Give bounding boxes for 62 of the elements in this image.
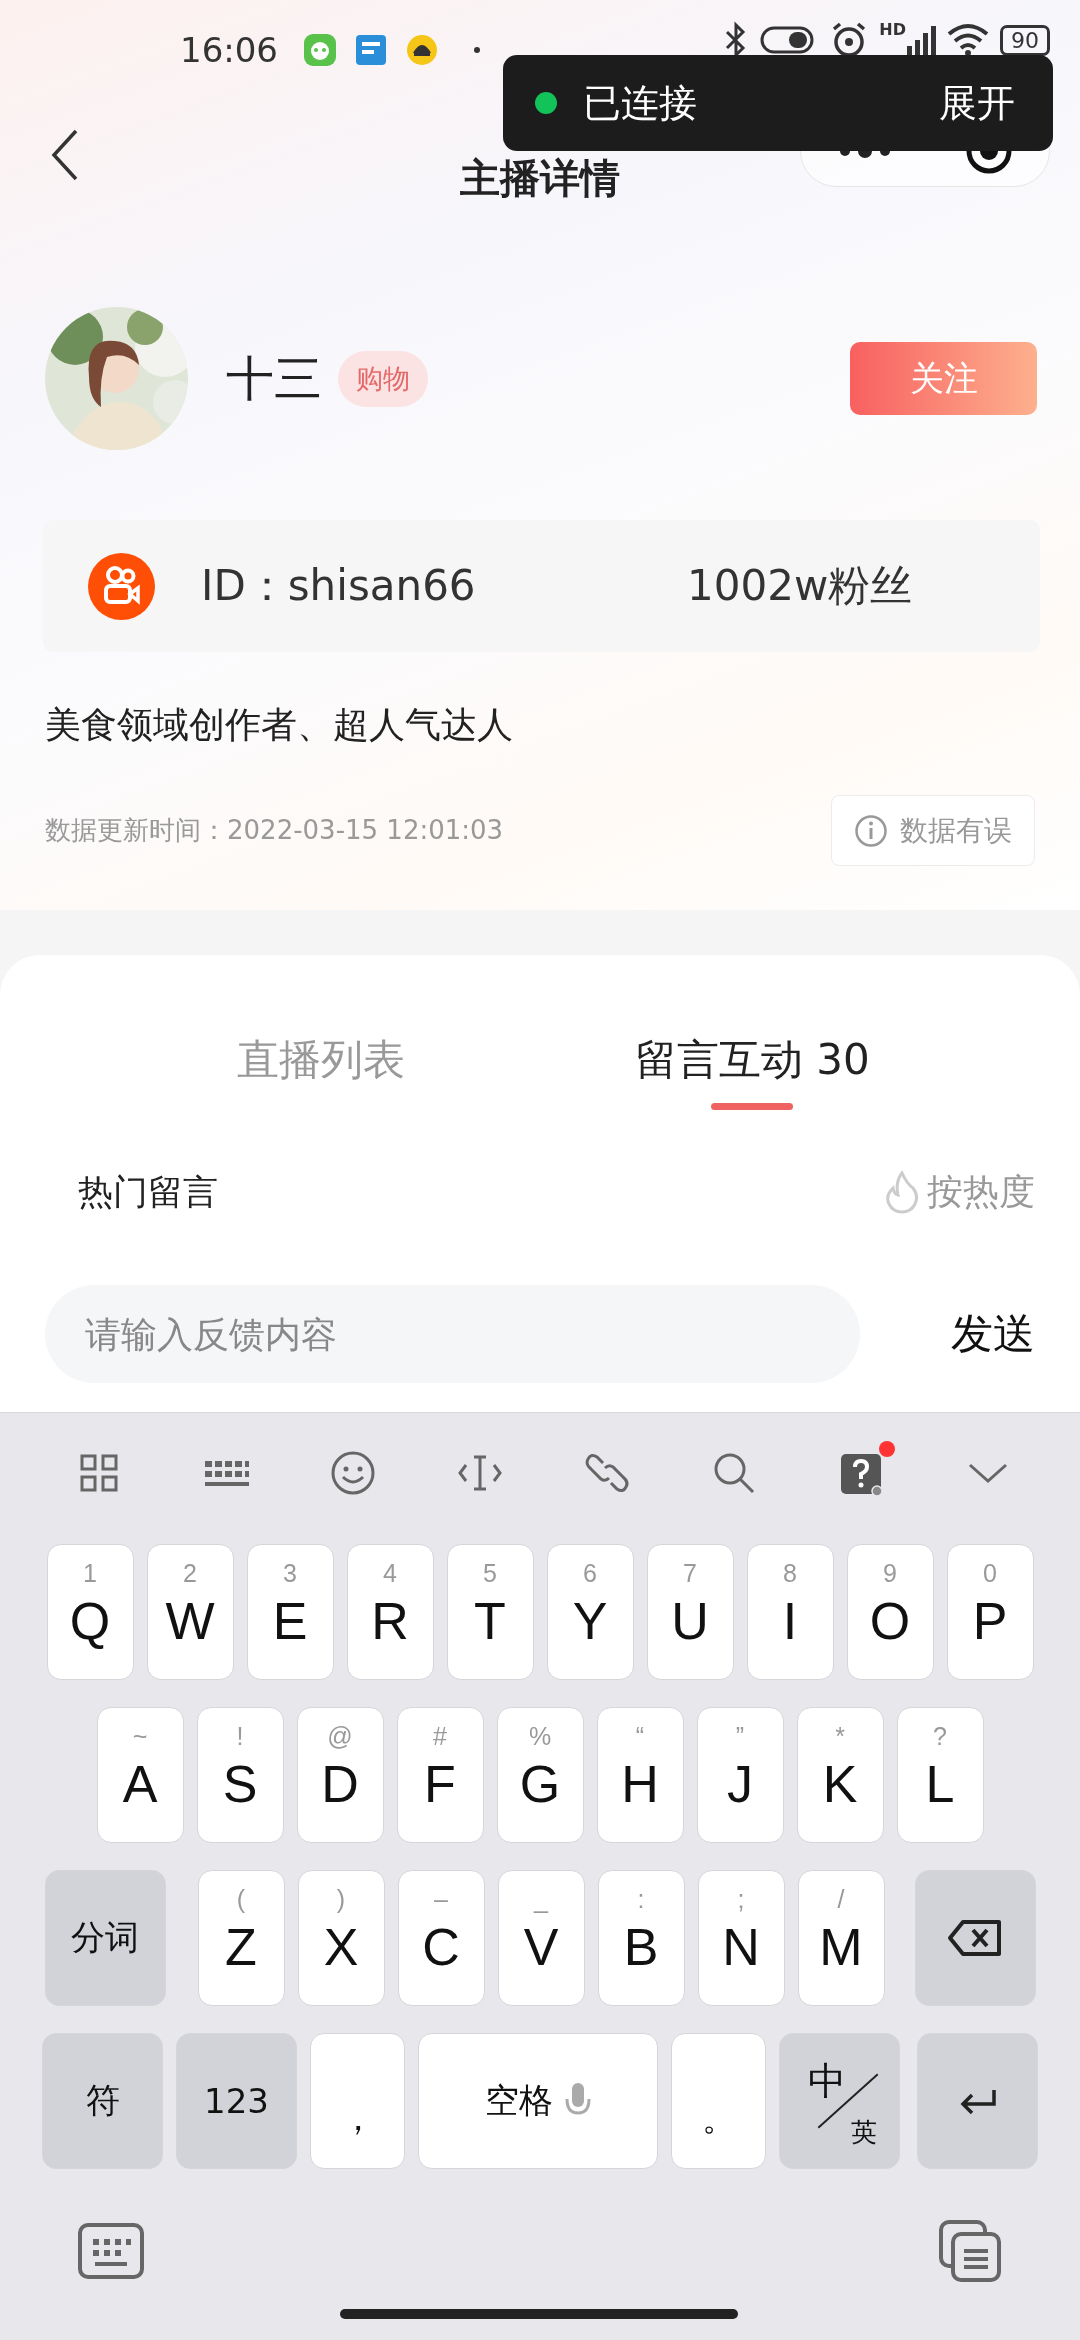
keyboard-key[interactable]: 9 O [846, 1544, 934, 1680]
space-key[interactable]: 空格 [418, 2033, 658, 2169]
keyboard-key[interactable]: 123 [176, 2033, 297, 2169]
keyboard-key[interactable]: 3 E [246, 1544, 334, 1680]
keyboard-key[interactable]: “ H [596, 1707, 684, 1843]
fan-count: 1002w粉丝 [687, 560, 913, 612]
keyboard-key[interactable]: % G [496, 1707, 584, 1843]
user-id: ID：shisan66 [201, 560, 477, 612]
clock-time: 16:06 [180, 30, 278, 70]
backspace-icon [947, 1918, 1003, 1958]
app-icon [354, 33, 388, 67]
keyboard-key[interactable]: ! S [196, 1707, 284, 1843]
language-switch-key[interactable]: 中 英 [779, 2033, 900, 2169]
keyboard-key[interactable]: 7 U [646, 1544, 734, 1680]
keyboard-key[interactable]: : B [597, 1870, 685, 2006]
keyboard-key[interactable]: # F [396, 1707, 484, 1843]
keyboard-key[interactable]: ~ A [96, 1707, 184, 1843]
keyboard-key[interactable]: 5 T [446, 1544, 534, 1680]
keyboard-key[interactable]: * K [796, 1707, 884, 1843]
keyboard-key[interactable]: ; N [697, 1870, 785, 2006]
comment-input-field[interactable]: 请输入反馈内容 [45, 1285, 860, 1383]
keyboard-key[interactable]: ( Z [197, 1870, 285, 2006]
keyboard-key[interactable]: ， [310, 2033, 405, 2169]
keyboard-key[interactable]: 1 Q [46, 1544, 134, 1680]
tab[interactable]: 留言互动 30 [635, 1035, 870, 1110]
video-camera-icon [88, 552, 155, 620]
delete-key[interactable] [914, 1870, 1036, 2006]
page-title: 主播详情 [460, 153, 620, 203]
keyboard-key[interactable]: ? L [896, 1707, 984, 1843]
keyboard-key[interactable]: 分词 [44, 1870, 166, 2006]
expand-link[interactable]: 展开 [939, 77, 1015, 129]
bio-text: 美食领域创作者、超人气达人 [45, 703, 514, 747]
keyboard-key[interactable]: 6 Y [546, 1544, 634, 1680]
signal-label: HD [879, 20, 906, 39]
keyboard-key[interactable]: 2 W [146, 1544, 234, 1680]
keyboard-key[interactable]: 4 R [346, 1544, 434, 1680]
section-heading: 热门留言 [78, 1170, 218, 1214]
keyboard-key[interactable]: 0 P [946, 1544, 1034, 1680]
user-name: 十三 [226, 348, 322, 408]
keyboard-key[interactable]: ) X [297, 1870, 385, 2006]
app-icon [404, 32, 440, 68]
keyboard-key[interactable]: / M [797, 1870, 885, 2006]
send-button[interactable]: 发送 [951, 1306, 1035, 1362]
connection-status: 已连接 [583, 79, 697, 127]
back-icon[interactable] [50, 128, 80, 182]
category-tag: 购物 [338, 350, 428, 407]
app-icon [302, 32, 338, 68]
update-time: 数据更新时间：2022-03-15 12:01:03 [45, 814, 504, 847]
info-icon [854, 813, 888, 848]
keyboard-key[interactable]: ” J [696, 1707, 784, 1843]
dot-icon [472, 45, 482, 55]
wifi-icon [946, 22, 990, 58]
keyboard-icon[interactable] [77, 2222, 145, 2280]
flame-icon [885, 1170, 919, 1214]
keyboard-key[interactable]: 。 [671, 2033, 766, 2169]
keyboard-key[interactable]: 符 [42, 2033, 163, 2169]
keyboard-key[interactable]: 8 I [746, 1544, 834, 1680]
smiley-icon[interactable] [329, 1449, 377, 1497]
keyboard-key[interactable]: @ D [296, 1707, 384, 1843]
keyboard-key[interactable]: _ V [497, 1870, 585, 2006]
keyboard-key[interactable]: – C [397, 1870, 485, 2006]
clipboard-icon[interactable] [938, 2219, 1002, 2283]
